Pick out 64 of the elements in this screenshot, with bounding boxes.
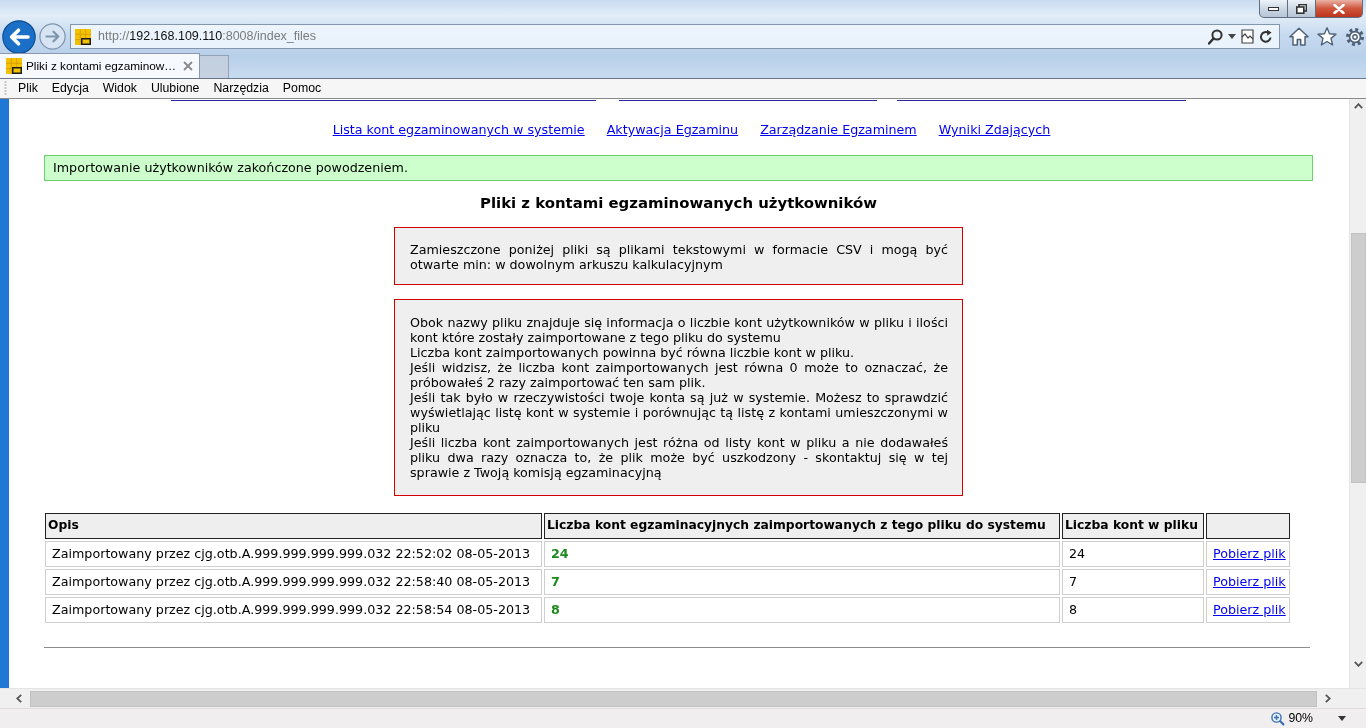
- close-button[interactable]: [1316, 0, 1363, 18]
- settings-icon[interactable]: [1345, 26, 1365, 47]
- notice-text: Jeśli tak było w rzeczywistości twoje konta są już w systemie. Możesz to sprawdzić wyświetlając listę kont w systemie i porównując tą listę z kontami umieszczonymi w pliku: [410, 389, 948, 435]
- vertical-scrollbar[interactable]: [1349, 99, 1366, 688]
- refresh-icon[interactable]: [1259, 29, 1273, 44]
- table-cell: 7: [544, 568, 1060, 595]
- nav-link[interactable]: Lista kont egzaminowanych w systemie: [332, 122, 585, 138]
- notice-text: Jeśli widzisz, że liczba kont zaimportowanych jest równa 0 może to oznaczać, że próbowałeś 2 razy zaimportować ten sam plik.: [410, 359, 948, 390]
- menu-item[interactable]: Plik: [11, 80, 45, 97]
- menu-item[interactable]: Widok: [95, 80, 144, 97]
- nav-link[interactable]: Wyniki Zdających: [938, 122, 1051, 138]
- grip-icon: [4, 81, 7, 96]
- tile-grid-icon: [75, 28, 91, 45]
- horizontal-scrollbar[interactable]: [0, 688, 1349, 708]
- table-cell: 24: [544, 540, 1060, 567]
- restore-button[interactable]: [1288, 0, 1316, 18]
- page-heading: Pliki z kontami egzaminowanych użytkowników: [479, 193, 878, 213]
- star-icon[interactable]: [1317, 27, 1337, 46]
- table-cell: 8: [1062, 596, 1204, 623]
- menu-item[interactable]: Edycja: [44, 80, 96, 97]
- broken-page-icon[interactable]: [1241, 29, 1254, 44]
- close-icon[interactable]: [183, 61, 193, 71]
- browser-tab[interactable]: Pliki z kontami egzaminow…: [0, 53, 200, 78]
- nav-link[interactable]: Zarządzanie Egzaminem: [760, 122, 917, 138]
- zoom-icon[interactable]: [1271, 711, 1286, 726]
- minimize-icon: [1268, 6, 1279, 11]
- tile-grid-icon: [6, 58, 22, 74]
- success-alert: Importowanie użytkowników zakończone powodzeniem.: [44, 154, 1313, 181]
- url-text[interactable]: http://192.168.109.110:8008/index_files: [98, 28, 1203, 45]
- restore-icon: [1296, 3, 1307, 14]
- caret-icon[interactable]: [1228, 34, 1236, 39]
- chevron-left-icon[interactable]: [16, 694, 22, 703]
- notice-text: Zamieszczone poniżej pliki są plikami tekstowymi w formacie CSV i mogą być otwarte min: w dowolnym arkuszu kalkulacyjnym: [410, 241, 948, 272]
- nav-link[interactable]: Aktywacja Egzaminu: [606, 122, 739, 138]
- menu-item[interactable]: Ulubione: [143, 80, 207, 97]
- chevron-down-icon[interactable]: [1353, 661, 1363, 667]
- close-icon: [1333, 3, 1345, 14]
- table-cell: Zaimportowany przez cjg.otb.A.999.999.999.999.032 22:58:54 08-05-2013: [45, 596, 542, 623]
- menu-item[interactable]: Pomoc: [275, 80, 329, 97]
- table-header-cell: Opis: [45, 512, 542, 539]
- table-cell: Zaimportowany przez cjg.otb.A.999.999.999.999.032 22:58:40 08-05-2013: [45, 568, 542, 595]
- table-cell: 24: [1062, 540, 1204, 567]
- download-link[interactable]: Pobierz plik: [1213, 601, 1286, 617]
- zoom-level-text[interactable]: 90%: [1288, 710, 1313, 727]
- table-cell: 8: [544, 596, 1060, 623]
- address-field[interactable]: http://192.168.109.110:8008/index_files: [70, 24, 1280, 49]
- table-header-cell: Liczba kont egzaminacyjnych zaimportowanych z tego pliku do systemu: [544, 512, 1060, 539]
- table-header-cell: Liczba kont w pliku: [1062, 512, 1204, 539]
- search-icon[interactable]: [1208, 28, 1223, 45]
- table-cell: 7: [1062, 568, 1204, 595]
- notice-text: Jeśli liczba kont zaimportowanych jest różna od listy kont w pliku a nie dodawałeś pliku dwa razy oznacza to, że plik może być uszkodzony - skontaktuj się w tej sprawie z Twoją komisją egzaminacyjną: [410, 434, 948, 480]
- chevron-right-icon[interactable]: [1325, 694, 1331, 703]
- scroll-thumb[interactable]: [1350, 233, 1366, 483]
- notice-text: Liczba kont zaimportowanych powinna być równa liczbie kont w pliku.: [410, 344, 856, 360]
- table-cell: Zaimportowany przez cjg.otb.A.999.999.999.999.032 22:52:02 08-05-2013: [45, 540, 542, 567]
- chevron-up-icon[interactable]: [1353, 103, 1363, 109]
- home-icon[interactable]: [1289, 27, 1309, 46]
- menu-item[interactable]: Narzędzia: [206, 80, 276, 97]
- scroll-thumb[interactable]: [30, 690, 1317, 707]
- notice-text: Obok nazwy pliku znajduje się informacja o liczbie kont użytkowników w pliku i ilości kont które zostały zaimportowane z tego pliku do systemu: [410, 314, 948, 345]
- caret-icon[interactable]: [1338, 716, 1346, 721]
- download-link[interactable]: Pobierz plik: [1213, 545, 1286, 561]
- download-link[interactable]: Pobierz plik: [1213, 573, 1286, 589]
- minimize-button[interactable]: [1259, 0, 1288, 18]
